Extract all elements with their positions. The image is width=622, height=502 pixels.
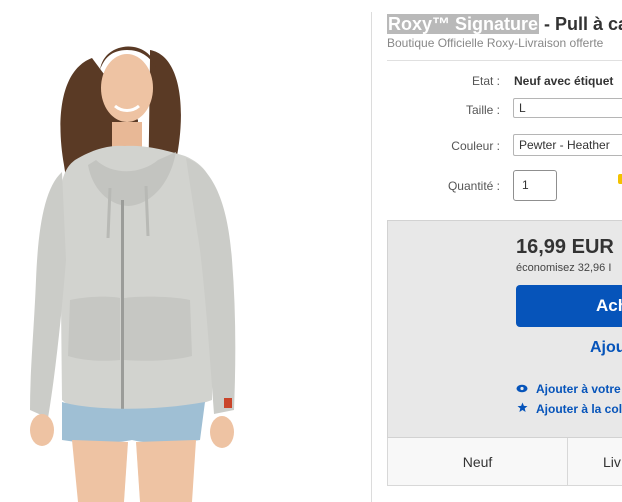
product-title: Roxy™ Signature - Pull à ca [387, 14, 622, 35]
price: 16,99 EUR [516, 236, 614, 258]
color-label: Couleur : [451, 139, 500, 153]
quantity-input[interactable]: 1 [513, 170, 557, 201]
tab-new[interactable]: Neuf [387, 438, 568, 486]
buy-now-label: Ach [596, 296, 622, 315]
savings-text: économisez 32,96 I [516, 262, 612, 274]
product-photo [30, 46, 236, 502]
buy-now-button[interactable]: Ach [516, 285, 622, 327]
quantity-input-value: 1 [522, 178, 529, 192]
size-label: Taille : [465, 103, 500, 117]
add-to-collection-label: Ajouter à la col [536, 402, 622, 416]
color-select-value: Pewter - Heather [519, 138, 610, 152]
add-to-cart-link[interactable]: Ajou [590, 339, 622, 357]
image-divider [371, 12, 372, 502]
quantity-hint-icon [618, 174, 622, 184]
tab-new-label: Neuf [462, 454, 493, 470]
tab-delivery-label: Liv [603, 454, 621, 470]
condition-value: Neuf avec étiquet [514, 74, 614, 88]
star-icon [516, 402, 528, 416]
size-select-value: L [519, 101, 526, 115]
price-box: 16,99 EUR économisez 32,96 I Ach Ajou Aj… [387, 220, 622, 438]
add-to-cart-label: Ajou [590, 339, 622, 356]
product-image[interactable] [0, 0, 372, 502]
add-to-watchlist-link[interactable]: Ajouter à votre [516, 382, 621, 396]
title-rest: - Pull à ca [539, 14, 622, 34]
tab-delivery[interactable]: Liv [567, 438, 622, 486]
title-divider [387, 60, 622, 61]
product-subtitle: Boutique Officielle Roxy-Livraison offer… [387, 36, 604, 50]
size-select[interactable]: L [513, 98, 622, 118]
eye-icon [516, 384, 528, 396]
color-select[interactable]: Pewter - Heather [513, 134, 622, 156]
title-highlight: Roxy™ Signature [387, 14, 540, 34]
condition-label: Etat : [471, 74, 500, 88]
add-to-watchlist-label: Ajouter à votre [536, 382, 621, 396]
quantity-label: Quantité : [447, 179, 500, 193]
add-to-collection-link[interactable]: Ajouter à la col [516, 402, 622, 416]
